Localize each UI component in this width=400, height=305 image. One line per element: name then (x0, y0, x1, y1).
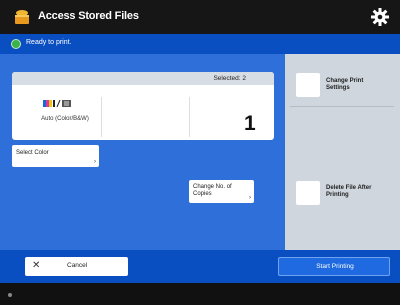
indicator-dot (8, 293, 12, 297)
chevron-icon: › (94, 159, 96, 165)
color-mode-icon (43, 100, 71, 107)
divider (290, 106, 394, 107)
title-bar: Access Stored Files (0, 0, 400, 34)
storage-box-icon (15, 10, 29, 24)
change-copies-button[interactable]: Change No. of Copies › (189, 180, 254, 203)
start-printing-label: Start Printing (316, 263, 354, 270)
start-printing-button[interactable]: Start Printing (278, 257, 390, 276)
status-bar: Ready to print. (0, 34, 400, 54)
change-print-settings-button[interactable] (296, 73, 320, 97)
change-copies-label: Change No. of Copies (193, 184, 232, 197)
color-mode-label: Auto (Color/B&W) (41, 116, 89, 122)
cancel-button[interactable]: ✕ Cancel (25, 257, 128, 276)
divider (189, 97, 190, 137)
delete-after-printing-toggle[interactable] (296, 181, 320, 205)
selected-count: Selected: 2 (213, 75, 246, 82)
status-ok-icon (11, 39, 21, 49)
delete-after-printing-label: Delete File After Printing (326, 185, 372, 198)
page-title: Access Stored Files (38, 10, 139, 22)
close-icon: ✕ (32, 260, 41, 271)
select-color-button[interactable]: Select Color › (12, 145, 99, 167)
chevron-icon: › (249, 195, 251, 201)
divider (101, 97, 102, 137)
screen: Access Stored Files Ready to print. Sele… (0, 0, 400, 305)
footer (0, 283, 400, 305)
status-text: Ready to print. (26, 39, 72, 46)
gear-icon[interactable] (370, 7, 390, 27)
card-header: Selected: 2 (12, 72, 274, 85)
change-print-settings-label: Change Print Settings (326, 78, 364, 91)
copies-count: 1 (244, 112, 256, 135)
cancel-label: Cancel (67, 262, 88, 269)
select-color-label: Select Color (16, 150, 49, 156)
